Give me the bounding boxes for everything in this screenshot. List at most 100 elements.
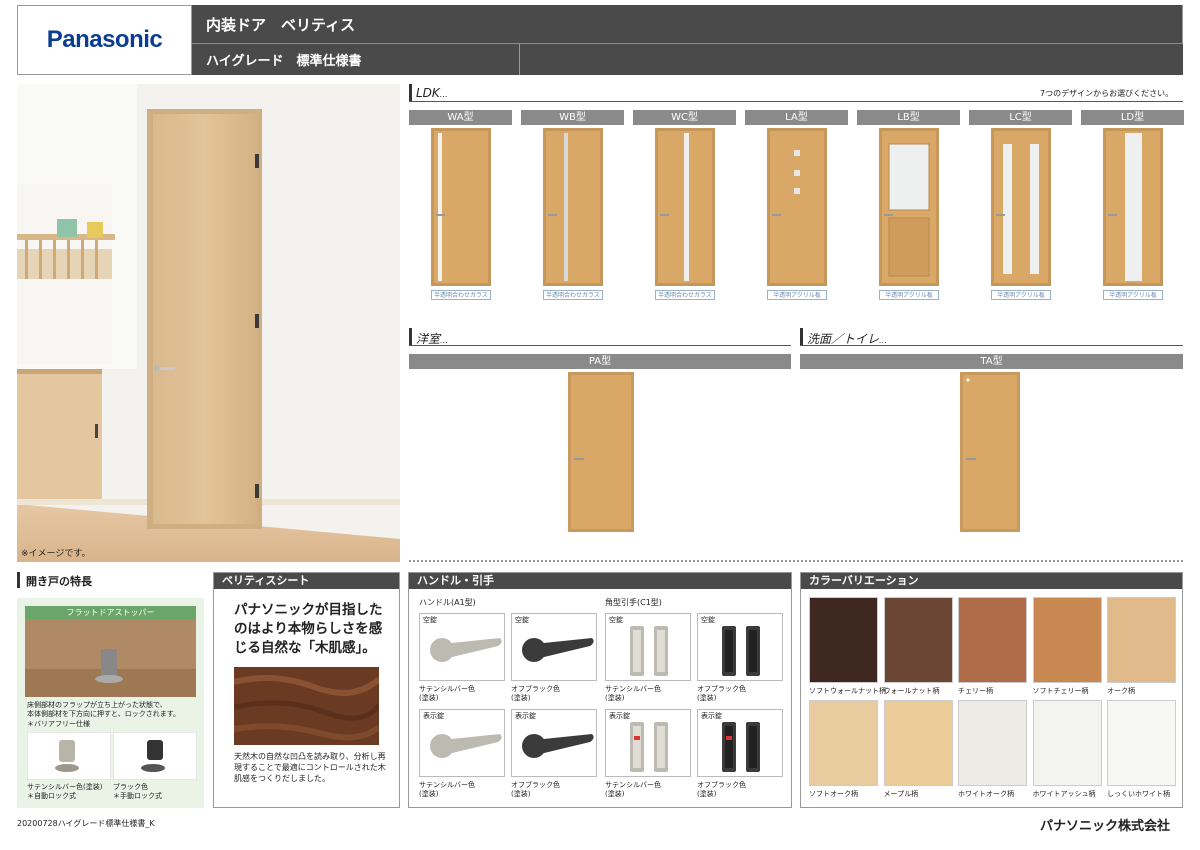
handle-card-6: 表示錠 サテンシルバー色 (塗装) [605, 709, 691, 801]
colors-panel: カラーバリエーション ソフトウォールナット柄 ウォールナット柄 チェリー柄 ソフトチェ… [800, 572, 1183, 808]
color-swatch-7 [958, 700, 1027, 786]
handle-color-name: オフブラック色 [697, 781, 746, 789]
features-title: 開き戸の特長 [26, 575, 92, 588]
stopper-title: フラットドアストッパー [25, 606, 196, 619]
handle-finish: (塗装) [605, 694, 625, 702]
color-swatch-8 [1032, 700, 1102, 786]
section-marker [409, 328, 412, 346]
handle-lock-type: 表示錠 [423, 712, 444, 720]
color-swatch-label: オーク柄 [1107, 687, 1135, 695]
color-swatch-label: ウォールナット柄 [883, 687, 940, 695]
sheet-headline: パナソニックが目指したのはより本物らしさを感じる自然な「木肌感」。 [234, 602, 383, 656]
glass-label-3: 半透明アクリル板 [767, 290, 827, 300]
section-marker [409, 84, 412, 102]
stopper-black-note: ＊手動ロック式 [113, 792, 162, 800]
handle-card-7: 表示錠 オフブラック色 (塗装) [697, 709, 783, 801]
subtitle-text: ハイグレード 標準仕様書 [206, 54, 362, 69]
door-image-6 [1103, 128, 1163, 286]
sheet-body: 天然木の自然な凹凸を読み取り、分析し再現することで最適にコントロールされた木肌感… [234, 752, 386, 783]
handle-card-2: 空錠 サテンシルバー色 (塗装) [605, 613, 691, 705]
ldk-title: LDK… [416, 86, 448, 100]
ldk-rule [409, 101, 1183, 102]
handle-image-frame: 表示錠 [419, 709, 505, 777]
handle-color-name: サテンシルバー色 [605, 685, 661, 693]
door-tab-pa: PA型 [409, 354, 791, 369]
handle-image-frame: 空錠 [511, 613, 597, 681]
page-subtitle: ハイグレード 標準仕様書 [192, 43, 1183, 75]
panasonic-logo: Panasonic [46, 26, 163, 53]
logo-box: Panasonic [17, 5, 192, 75]
room-image: ※イメージです。 [17, 84, 400, 562]
handle-image-frame: 表示錠 [511, 709, 597, 777]
color-swatch-4 [1107, 597, 1176, 683]
stopper-black-label: ブラック色 ＊手動ロック式 [113, 783, 162, 801]
handle-finish: (塗装) [697, 694, 717, 702]
glass-label-0: 半透明合わせガラス [431, 290, 491, 300]
door-tab-6: LD型 [1081, 110, 1184, 125]
stopper-desc-2: 本体側部材を下方向に押すと、ロックされます。 [27, 710, 181, 718]
door-image-1 [543, 128, 603, 286]
door-image-2 [655, 128, 715, 286]
door-ta-image [960, 372, 1020, 532]
colors-title: カラーバリエーション [801, 573, 1182, 589]
color-swatch-label: ホワイトアッシュ柄 [1032, 790, 1096, 798]
handle-finish: (塗装) [511, 694, 531, 702]
color-swatch-9 [1107, 700, 1176, 786]
pull-title: 角型引手(C1型) [605, 598, 662, 607]
color-swatch-label: チェリー柄 [958, 687, 993, 695]
door-tab-0: WA型 [409, 110, 512, 125]
page-title: 内装ドア ベリティス [192, 5, 1183, 43]
handle-lock-type: 空錠 [515, 616, 529, 624]
door-tab-4: LB型 [857, 110, 960, 125]
door-image-0 [431, 128, 491, 286]
handle-finish: (塗装) [511, 790, 531, 798]
color-swatch-6 [883, 700, 953, 786]
washroom-rule [800, 345, 1183, 346]
stopper-panel: フラットドアストッパー 床側部材のフラップが立ち上がった状態で、 本体側部材を下… [17, 598, 204, 808]
color-swatch-label: しっくいホワイト柄 [1107, 790, 1170, 798]
handle-color-name: サテンシルバー色 [419, 685, 475, 693]
color-swatch-1 [883, 597, 953, 683]
handle-card-1: 空錠 オフブラック色 (塗装) [511, 613, 597, 705]
company-name: パナソニック株式会社 [1040, 819, 1171, 834]
stopper-desc-3: ＊バリアフリー仕様 [27, 720, 90, 728]
color-swatch-5 [809, 700, 878, 786]
handle-image-frame: 表示錠 [697, 709, 783, 777]
color-swatch-0 [809, 597, 878, 683]
door-tab-ta: TA型 [800, 354, 1183, 369]
handle-image-frame: 空錠 [697, 613, 783, 681]
stopper-photo [25, 619, 196, 697]
sheet-panel: ベリティスシート パナソニックが目指したのはより本物らしさを感じる自然な「木肌感… [213, 572, 400, 808]
washroom-title-text: 洗面／トイレ [807, 332, 880, 346]
handle-color-name: サテンシルバー色 [419, 781, 475, 789]
western-title-text: 洋室 [416, 332, 441, 346]
glass-label-6: 半透明アクリル板 [1103, 290, 1163, 300]
handle-color-name: サテンシルバー色 [605, 781, 661, 789]
section-marker [17, 572, 20, 588]
handle-image-frame: 空錠 [419, 613, 505, 681]
glass-label-1: 半透明合わせガラス [543, 290, 603, 300]
door-tab-3: LA型 [745, 110, 848, 125]
color-swatch-label: ソフトウォールナット柄 [809, 687, 886, 695]
western-rule [409, 345, 791, 346]
image-caption: ※イメージです。 [21, 549, 91, 559]
handle-color-name: オフブラック色 [511, 685, 560, 693]
stopper-black-photo [113, 732, 197, 780]
handle-lock-type: 表示錠 [609, 712, 630, 720]
handle-card-4: 表示錠 サテンシルバー色 (塗装) [419, 709, 505, 801]
handle-color-name: オフブラック色 [697, 685, 746, 693]
handle-finish: (塗装) [697, 790, 717, 798]
handle-lock-type: 表示錠 [701, 712, 722, 720]
doc-id: 20200728ハイグレード標準仕様書_K [17, 819, 155, 828]
handle-card-0: 空錠 サテンシルバー色 (塗装) [419, 613, 505, 705]
handles-panel: ハンドル・引手 ハンドル(A1型) 角型引手(C1型) 空錠 サテンシルバー色 … [408, 572, 792, 808]
glass-label-5: 半透明アクリル板 [991, 290, 1051, 300]
stopper-silver-note: ＊自動ロック式 [27, 792, 76, 800]
handle-lock-type: 表示錠 [515, 712, 536, 720]
section-divider [409, 560, 1183, 562]
door-pa-image [568, 372, 634, 532]
handle-card-5: 表示錠 オフブラック色 (塗装) [511, 709, 597, 801]
handle-finish: (塗装) [419, 694, 439, 702]
section-marker [800, 328, 803, 346]
handle-finish: (塗装) [419, 790, 439, 798]
